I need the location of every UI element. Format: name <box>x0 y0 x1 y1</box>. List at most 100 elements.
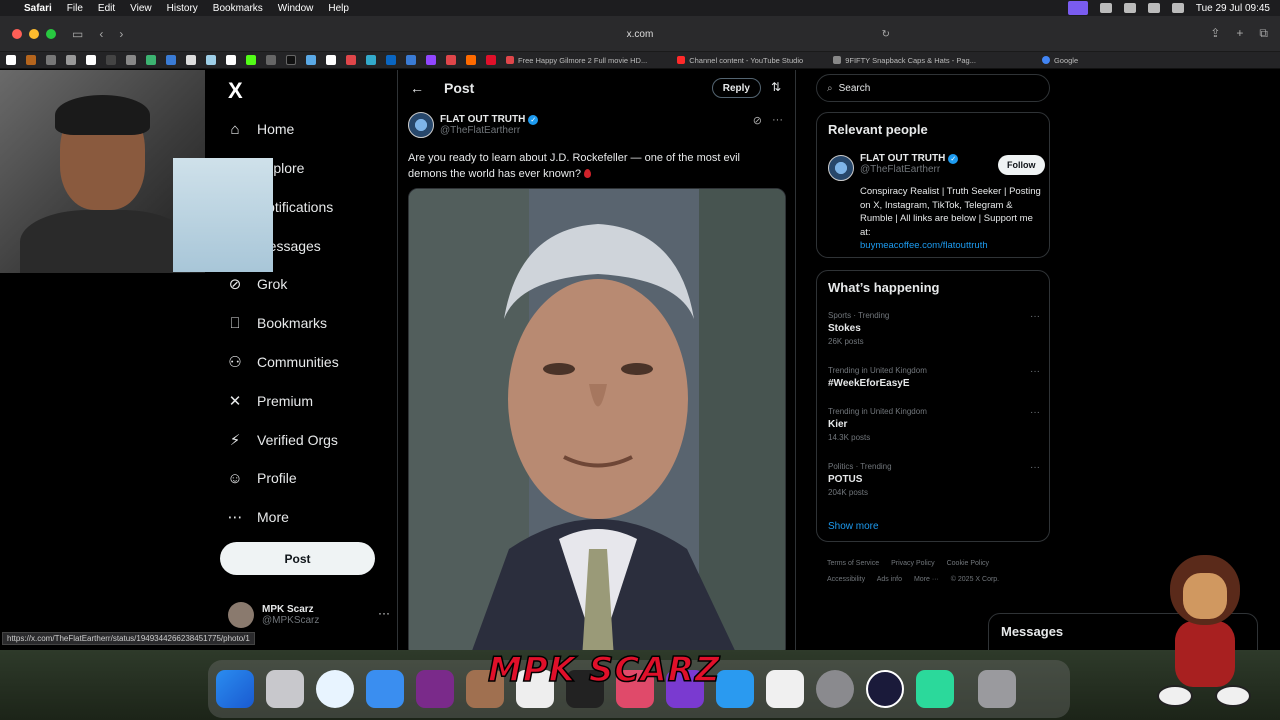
favorite-icon[interactable] <box>306 55 316 65</box>
trend-item[interactable]: Trending in United Kingdom Kier 14.3K po… <box>828 407 1040 442</box>
menubar-clock[interactable]: Tue 29 Jul 09:45 <box>1196 3 1270 14</box>
safari-icon[interactable] <box>316 670 354 708</box>
menu-edit[interactable]: Edit <box>98 3 115 14</box>
more-dots-icon[interactable]: ··· <box>1030 407 1040 418</box>
back-icon[interactable]: ‹ <box>99 27 103 41</box>
zoom-window-button[interactable] <box>46 28 56 39</box>
grok-icon[interactable]: ⊘ <box>753 114 762 127</box>
favorite-icon[interactable] <box>266 55 276 65</box>
more-dots-icon[interactable]: ··· <box>1030 366 1040 377</box>
trend-item[interactable]: Trending in United Kingdom #WeekEforEasy… <box>828 366 1040 389</box>
favorite-icon[interactable] <box>366 55 376 65</box>
favorite-icon[interactable] <box>186 55 196 65</box>
author-avatar[interactable] <box>408 112 434 138</box>
nav-item-bookmarks[interactable]: ⎕ Bookmarks <box>226 312 327 334</box>
bio-link[interactable]: buymeacoffee.com/flatouttruth <box>860 240 988 251</box>
nav-item-verified-orgs[interactable]: ⚡ Verified Orgs <box>226 429 338 451</box>
favorite-icon[interactable] <box>86 55 96 65</box>
nav-item-home[interactable]: ⌂ Home <box>226 118 294 140</box>
more-dots-icon[interactable]: ··· <box>378 606 390 620</box>
account-switcher[interactable]: MPK Scarz @MPKScarz ··· <box>228 602 390 628</box>
finder-icon[interactable] <box>216 670 254 708</box>
search-icon[interactable] <box>1147 3 1160 13</box>
more-dots-icon[interactable]: ··· <box>1030 311 1040 322</box>
footer-accessibility-link[interactable]: Accessibility <box>827 576 865 583</box>
trend-item[interactable]: Politics · Trending POTUS 204K posts ··· <box>828 462 1040 497</box>
share-icon[interactable]: ⇪ <box>1210 26 1220 41</box>
news-icon[interactable] <box>766 670 804 708</box>
post-button[interactable]: Post <box>220 542 375 575</box>
system-settings-icon[interactable] <box>816 670 854 708</box>
post-author[interactable]: FLAT OUT TRUTH ✓ @TheFlatEartherr <box>408 112 539 138</box>
favorite-kick-icon[interactable] <box>246 55 256 65</box>
menu-view[interactable]: View <box>130 3 152 14</box>
tab-google[interactable]: Google <box>1041 56 1078 65</box>
back-arrow-icon[interactable]: ← <box>410 80 424 96</box>
favorite-icon[interactable] <box>126 55 136 65</box>
minimize-window-button[interactable] <box>29 28 39 39</box>
favorite-icon[interactable] <box>206 55 216 65</box>
author-handle[interactable]: @TheFlatEartherr <box>440 125 538 136</box>
tab-overview-icon[interactable]: ⧉ <box>1259 26 1268 41</box>
favorite-icon[interactable] <box>446 55 456 65</box>
trash-icon[interactable] <box>978 670 1016 708</box>
launchpad-icon[interactable] <box>266 670 304 708</box>
favorite-icon[interactable] <box>226 55 236 65</box>
footer-terms-link[interactable]: Terms of Service <box>827 560 879 567</box>
nav-item-profile[interactable]: ☺ Profile <box>226 467 296 489</box>
trend-item[interactable]: Sports · Trending Stokes 26K posts ··· <box>828 311 1040 346</box>
x-logo-icon[interactable]: X <box>228 78 243 104</box>
mail-icon[interactable] <box>366 670 404 708</box>
status-icon[interactable] <box>1099 3 1112 13</box>
control-center-icon[interactable] <box>1171 3 1184 13</box>
author-name[interactable]: FLAT OUT TRUTH ✓ <box>440 114 539 125</box>
footer-cookie-link[interactable]: Cookie Policy <box>947 560 989 567</box>
close-window-button[interactable] <box>12 28 22 39</box>
media-player-icon[interactable] <box>866 670 904 708</box>
menu-file[interactable]: File <box>67 3 83 14</box>
nav-item-communities[interactable]: ⚇ Communities <box>226 351 338 373</box>
favorite-x-icon[interactable] <box>106 55 116 65</box>
reload-icon[interactable]: ↻ <box>882 29 890 40</box>
footer-ads-link[interactable]: Ads info <box>877 576 902 583</box>
more-dots-icon[interactable]: ··· <box>1030 462 1040 473</box>
nav-item-grok[interactable]: ⊘ Grok <box>226 273 288 295</box>
favorite-icon[interactable] <box>386 55 396 65</box>
forward-icon[interactable]: › <box>119 27 123 41</box>
new-tab-icon[interactable]: + <box>1236 26 1243 41</box>
footer-privacy-link[interactable]: Privacy Policy <box>891 560 935 567</box>
sliders-icon[interactable]: ⇅ <box>771 80 781 94</box>
favorite-icon[interactable] <box>146 55 156 65</box>
streamlabs-icon[interactable] <box>916 670 954 708</box>
app-icon[interactable] <box>416 670 454 708</box>
wifi-icon[interactable] <box>1123 3 1136 13</box>
screen-record-icon[interactable] <box>1067 1 1088 15</box>
more-dots-icon[interactable]: ··· <box>772 114 783 127</box>
search-input[interactable]: ⌕ Search <box>816 74 1050 102</box>
show-more-link[interactable]: Show more <box>828 521 879 532</box>
favorite-icon[interactable] <box>26 55 36 65</box>
favorite-icon[interactable] <box>46 55 56 65</box>
footer-more-link[interactable]: More ··· <box>914 576 939 583</box>
menu-window[interactable]: Window <box>278 3 314 14</box>
menu-bookmarks[interactable]: Bookmarks <box>213 3 263 14</box>
favorite-icon[interactable] <box>66 55 76 65</box>
favorite-icon[interactable] <box>326 55 336 65</box>
person-name[interactable]: FLAT OUT TRUTH ✓ <box>860 153 959 164</box>
address-bar[interactable]: x.com ↻ <box>380 24 900 44</box>
nav-item-premium[interactable]: ✕ Premium <box>226 390 313 412</box>
post-photo[interactable] <box>408 188 786 650</box>
nav-item-more[interactable]: ⋯ More <box>226 506 289 528</box>
menu-history[interactable]: History <box>167 3 198 14</box>
favorite-icon[interactable] <box>466 55 476 65</box>
favorite-icon[interactable] <box>166 55 176 65</box>
sidebar-toggle-icon[interactable]: ▭ <box>72 27 83 41</box>
menu-help[interactable]: Help <box>328 3 349 14</box>
avatar[interactable] <box>828 155 854 181</box>
favorite-icon[interactable] <box>346 55 356 65</box>
menu-app-name[interactable]: Safari <box>24 3 52 14</box>
app-store-icon[interactable] <box>716 670 754 708</box>
reply-button[interactable]: Reply <box>711 78 761 98</box>
tab-9fifty[interactable]: 9FIFTY Snapback Caps & Hats - Pag... <box>833 56 976 65</box>
tab-happy-gilmore[interactable]: Free Happy Gilmore 2 Full movie HD... <box>506 56 647 65</box>
